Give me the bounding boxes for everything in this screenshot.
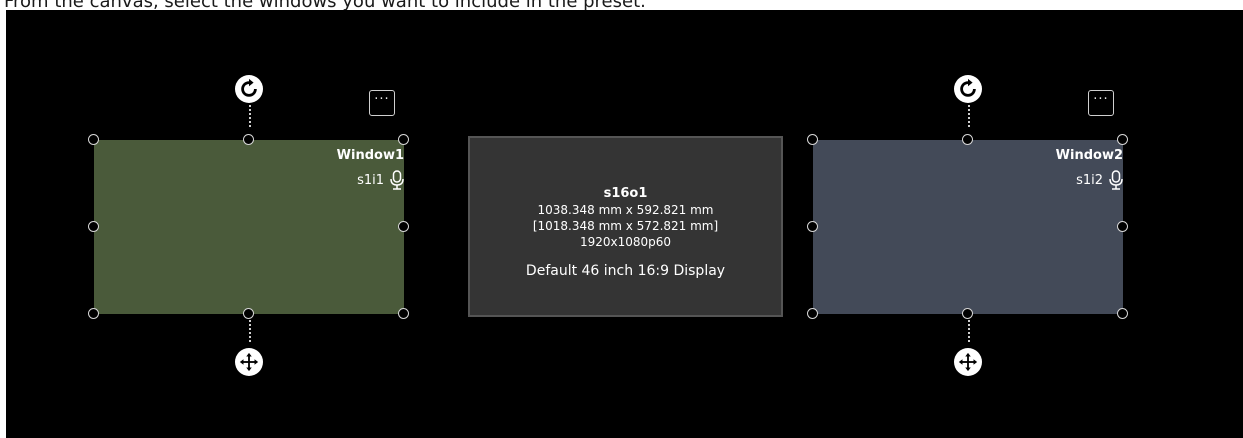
display-panel[interactable]: s16o1 1038.348 mm x 592.821 mm [1018.348… xyxy=(468,136,783,317)
window-2-handle-left[interactable] xyxy=(807,221,818,232)
window-1-rotate-connector xyxy=(249,105,251,127)
window-2-move-connector xyxy=(968,320,970,342)
microphone-icon xyxy=(390,170,404,190)
move-icon xyxy=(239,352,259,372)
window-1-handle-bottom-left[interactable] xyxy=(88,308,99,319)
window-1-handle-left[interactable] xyxy=(88,221,99,232)
display-description: Default 46 inch 16:9 Display xyxy=(525,263,726,279)
microphone-icon xyxy=(1109,170,1123,190)
window-2-input-label: s1i2 xyxy=(1076,172,1103,188)
window-2-handle-bottom-left[interactable] xyxy=(807,308,818,319)
window-2-handle-top[interactable] xyxy=(962,134,973,145)
window-2-rotate-connector xyxy=(968,105,970,127)
rotate-icon xyxy=(241,78,257,97)
window-2-more-button[interactable]: ··· xyxy=(1088,90,1114,116)
window-1-handle-bottom-right[interactable] xyxy=(398,308,409,319)
window-1-move-connector xyxy=(249,320,251,342)
window-2-move-button[interactable] xyxy=(954,348,982,376)
window-1-rotate-button[interactable] xyxy=(235,75,263,103)
display-viewable-size: [1018.348 mm x 572.821 mm] xyxy=(532,219,719,233)
window-1-input-row: s1i1 xyxy=(357,170,404,190)
window-2-rotate-button[interactable] xyxy=(954,75,982,103)
window-1-handle-top-left[interactable] xyxy=(88,134,99,145)
window-1-handle-right[interactable] xyxy=(398,221,409,232)
window-2-handle-bottom[interactable] xyxy=(962,308,973,319)
window-2-handle-right[interactable] xyxy=(1117,221,1128,232)
layout-canvas[interactable]: ··· Window1 s1i1 s16o1 1038.348 mm x 592… xyxy=(6,10,1243,438)
window-1-handle-bottom[interactable] xyxy=(243,308,254,319)
window-2[interactable]: Window2 s1i2 xyxy=(813,140,1123,314)
window-1-handle-top[interactable] xyxy=(243,134,254,145)
window-1-title: Window1 xyxy=(336,148,404,163)
display-name: s16o1 xyxy=(603,186,648,201)
window-1-input-label: s1i1 xyxy=(357,172,384,188)
rotate-icon xyxy=(960,78,976,97)
window-2-handle-top-left[interactable] xyxy=(807,134,818,145)
window-1-move-button[interactable] xyxy=(235,348,263,376)
window-2-handle-bottom-right[interactable] xyxy=(1117,308,1128,319)
window-1[interactable]: Window1 s1i1 xyxy=(94,140,404,314)
window-2-title: Window2 xyxy=(1055,148,1123,163)
display-size: 1038.348 mm x 592.821 mm xyxy=(537,203,714,217)
window-2-handle-top-right[interactable] xyxy=(1117,134,1128,145)
window-1-handle-top-right[interactable] xyxy=(398,134,409,145)
display-resolution: 1920x1080p60 xyxy=(579,235,672,249)
window-2-input-row: s1i2 xyxy=(1076,170,1123,190)
move-icon xyxy=(958,352,978,372)
window-1-more-button[interactable]: ··· xyxy=(369,90,395,116)
